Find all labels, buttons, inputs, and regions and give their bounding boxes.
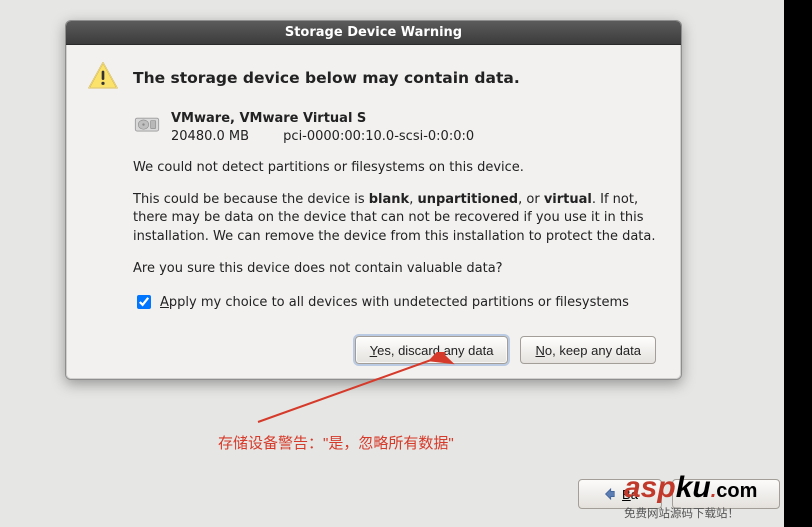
- harddisk-icon: [133, 110, 161, 142]
- device-meta: 20480.0 MB pci-0000:00:10.0-scsi-0:0:0:0: [171, 128, 474, 146]
- apply-all-checkbox[interactable]: [137, 295, 151, 309]
- back-button[interactable]: Ba: [578, 479, 662, 509]
- yes-discard-button[interactable]: Yes, discard any data: [355, 336, 509, 364]
- arrow-left-icon: [602, 487, 616, 501]
- device-info: VMware, VMware Virtual S 20480.0 MB pci-…: [171, 110, 474, 145]
- device-size: 20480.0 MB: [171, 128, 249, 146]
- body-para-2: This could be because the device is blan…: [133, 191, 660, 246]
- device-name: VMware, VMware Virtual S: [171, 110, 474, 128]
- no-keep-button[interactable]: No, keep any data: [520, 336, 656, 364]
- dialog-body: The storage device below may contain dat…: [66, 45, 681, 379]
- next-button[interactable]: [672, 479, 780, 509]
- device-row: VMware, VMware Virtual S 20480.0 MB pci-…: [133, 110, 660, 145]
- back-label: Ba: [622, 487, 638, 502]
- device-path: pci-0000:00:10.0-scsi-0:0:0:0: [283, 129, 474, 144]
- dialog-button-row: Yes, discard any data No, keep any data: [87, 336, 660, 364]
- dialog-heading: The storage device below may contain dat…: [133, 69, 520, 87]
- storage-warning-dialog: Storage Device Warning The storage devic…: [65, 20, 682, 380]
- dialog-titlebar: Storage Device Warning: [66, 21, 681, 45]
- warning-icon: [87, 60, 119, 96]
- annotation-text: 存储设备警告："是，忽略所有数据": [218, 432, 454, 453]
- body-para-1: We could not detect partitions or filesy…: [133, 159, 660, 177]
- dialog-title: Storage Device Warning: [285, 25, 462, 40]
- screen-border: [784, 0, 812, 527]
- apply-all-checkbox-row[interactable]: Apply my choice to all devices with unde…: [133, 292, 660, 312]
- dialog-header-row: The storage device below may contain dat…: [87, 60, 660, 96]
- dialog-body-text: We could not detect partitions or filesy…: [133, 159, 660, 278]
- apply-all-label: Apply my choice to all devices with unde…: [160, 295, 629, 310]
- body-para-3: Are you sure this device does not contai…: [133, 260, 660, 278]
